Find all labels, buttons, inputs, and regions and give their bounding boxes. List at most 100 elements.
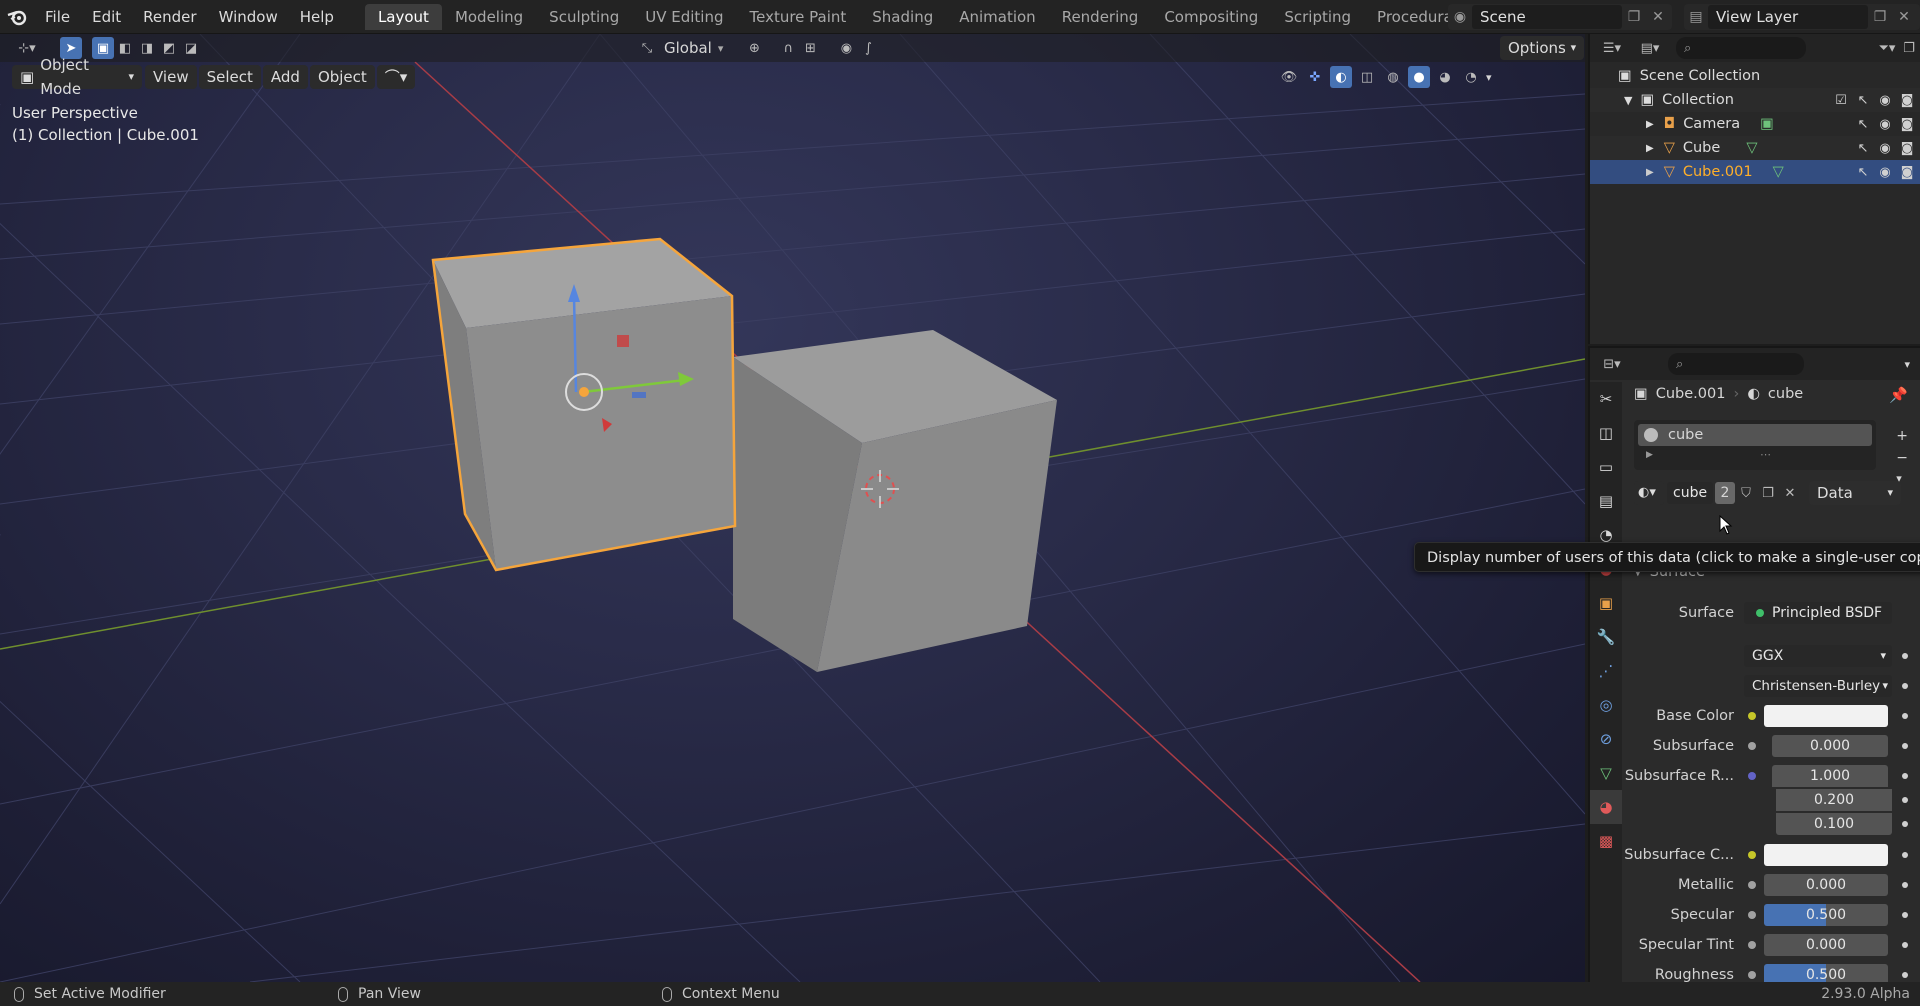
properties-search-input[interactable]: ⌕ — [1668, 353, 1804, 375]
render-camera-icon[interactable]: ◙ — [1898, 93, 1916, 108]
base-color-swatch[interactable] — [1764, 705, 1888, 727]
tab-scripting[interactable]: Scripting — [1271, 4, 1364, 30]
menu-view[interactable]: View — [145, 65, 197, 89]
camera-data-icon[interactable]: ▣ — [1760, 116, 1774, 132]
gizmo-icon[interactable]: ✜ — [1304, 66, 1326, 88]
subsurface-method-dropdown[interactable]: Christensen-Burley ▾ — [1744, 675, 1892, 697]
object-mode-dropdown[interactable]: ▣ Object Mode ▾ — [12, 56, 142, 98]
material-name-field[interactable]: cube — [1667, 482, 1713, 504]
scene-icon[interactable]: ◉ — [1448, 5, 1472, 29]
fake-user-shield-icon[interactable]: ⛉ — [1735, 482, 1757, 504]
proportional-edit-icon[interactable]: ◉ — [835, 37, 857, 59]
keyframe-dot-icon[interactable] — [1902, 773, 1908, 779]
visibility-icon[interactable]: 👁 — [1278, 66, 1300, 88]
outliner-search-input[interactable]: ⌕ — [1676, 37, 1806, 59]
selectable-icon[interactable]: ↖ — [1854, 165, 1872, 180]
menu-file[interactable]: File — [34, 3, 81, 31]
add-slot-button[interactable]: + — [1896, 428, 1908, 444]
subsurface-field[interactable]: 0.000 — [1772, 735, 1888, 757]
menu-select[interactable]: Select — [198, 65, 261, 89]
resize-handle-icon[interactable]: ⋯ — [1760, 448, 1771, 461]
selectable-icon[interactable]: ↖ — [1854, 117, 1872, 132]
select-subtract-icon[interactable]: ◨ — [136, 37, 158, 59]
render-camera-icon[interactable]: ◙ — [1898, 117, 1916, 132]
rendered-shading-icon[interactable]: ◔ — [1460, 66, 1482, 88]
keyframe-dot-icon[interactable] — [1902, 797, 1908, 803]
keyframe-dot-icon[interactable] — [1902, 653, 1908, 659]
distribution-dropdown[interactable]: GGX ▾ — [1744, 645, 1892, 667]
blender-logo-icon[interactable] — [0, 0, 34, 34]
outliner-row-scene-collection[interactable]: ▣ Scene Collection — [1590, 64, 1920, 88]
new-collection-icon[interactable]: ❐ — [1898, 37, 1920, 59]
subsurface-color-swatch[interactable] — [1764, 844, 1888, 866]
pivot-point-icon[interactable]: ⊕ — [743, 37, 765, 59]
keyframe-dot-icon[interactable] — [1902, 942, 1908, 948]
physics-tab-icon[interactable]: ◎ — [1590, 688, 1622, 722]
display-mode-icon[interactable]: ▤▾ — [1634, 37, 1666, 59]
duplicate-material-icon[interactable]: ❐ — [1757, 482, 1779, 504]
snap-magnet-icon[interactable]: ∩ — [777, 37, 799, 59]
specular-tint-field[interactable]: 0.000 — [1764, 934, 1888, 956]
outliner-row-collection[interactable]: ▼ ▣ Collection ☑ ↖ ◉ ◙ — [1590, 88, 1920, 112]
tab-sculpting[interactable]: Sculpting — [536, 4, 632, 30]
material-browse-icon[interactable]: ◐▾ — [1634, 481, 1664, 505]
pin-icon[interactable]: 📌 — [1889, 386, 1908, 404]
value-socket-icon[interactable] — [1748, 941, 1756, 949]
tab-modeling[interactable]: Modeling — [442, 4, 536, 30]
vector-socket-icon[interactable] — [1748, 772, 1756, 780]
value-socket-icon[interactable] — [1748, 971, 1756, 979]
tab-rendering[interactable]: Rendering — [1049, 4, 1152, 30]
xray-icon[interactable]: ◫ — [1356, 66, 1378, 88]
keyframe-dot-icon[interactable] — [1902, 821, 1908, 827]
expand-arrow-icon[interactable]: ▼ — [1624, 94, 1632, 107]
menu-object[interactable]: Object — [309, 65, 375, 89]
eye-icon[interactable]: ◉ — [1876, 141, 1894, 156]
chevron-down-icon[interactable]: ▾ — [1486, 71, 1492, 84]
filter-icon[interactable]: ⏷▾ — [1876, 37, 1898, 59]
chevron-down-icon[interactable]: ▾ — [1904, 358, 1910, 371]
value-socket-icon[interactable] — [1748, 881, 1756, 889]
delete-scene-icon[interactable]: ✕ — [1646, 5, 1670, 29]
new-scene-icon[interactable]: ❐ — [1622, 5, 1646, 29]
tab-texture-paint[interactable]: Texture Paint — [736, 4, 859, 30]
solid-shading-icon[interactable]: ● — [1408, 66, 1430, 88]
user-count-button[interactable]: 2 — [1715, 482, 1735, 504]
view-layer-tab-icon[interactable]: ▤ — [1590, 484, 1622, 518]
outliner-row-cube-001[interactable]: ▶ ▽ Cube.001 ▽ ↖ ◉ ◙ — [1590, 160, 1920, 184]
keyframe-dot-icon[interactable] — [1902, 713, 1908, 719]
output-tab-icon[interactable]: ▭ — [1590, 450, 1622, 484]
outliner-row-cube[interactable]: ▶ ▽ Cube ▽ ↖ ◉ ◙ — [1590, 136, 1920, 160]
remove-slot-button[interactable]: − — [1896, 450, 1908, 466]
subsurface-radius-x-field[interactable]: 1.000 — [1772, 765, 1888, 787]
keyframe-dot-icon[interactable] — [1902, 852, 1908, 858]
particles-tab-icon[interactable]: ⋰ — [1590, 654, 1622, 688]
keyframe-dot-icon[interactable] — [1902, 912, 1908, 918]
render-camera-icon[interactable]: ◙ — [1898, 165, 1916, 180]
color-socket-icon[interactable] — [1748, 851, 1756, 859]
options-dropdown[interactable]: Options ▾ — [1500, 36, 1585, 60]
wireframe-shading-icon[interactable]: ◍ — [1382, 66, 1404, 88]
subsurface-radius-z-field[interactable]: 0.100 — [1776, 813, 1892, 835]
view-layer-icon[interactable]: ▤ — [1684, 5, 1708, 29]
roughness-slider[interactable]: 0.500 — [1764, 964, 1888, 982]
select-invert-icon[interactable]: ◩ — [158, 37, 180, 59]
scene-name-field[interactable]: Scene — [1472, 5, 1622, 29]
properties-editor-icon[interactable]: ⊟▾ — [1596, 353, 1628, 375]
surface-shader-field[interactable]: Principled BSDF — [1744, 602, 1892, 624]
value-socket-icon[interactable] — [1748, 742, 1756, 750]
expand-arrow-icon[interactable]: ▶ — [1646, 450, 1653, 460]
3d-viewport[interactable]: ⊹▾ ➤ ▣ ◧ ◨ ◩ ◪ ⤡ Global ▾ ⊕ ∩ ⊞ ◉ ∫ Opti… — [0, 34, 1585, 982]
subsurface-radius-y-field[interactable]: 0.200 — [1776, 789, 1892, 811]
keyframe-dot-icon[interactable] — [1902, 743, 1908, 749]
eye-icon[interactable]: ◉ — [1876, 93, 1894, 108]
expand-arrow-icon[interactable]: ▶ — [1646, 143, 1654, 154]
keyframe-dot-icon[interactable] — [1902, 882, 1908, 888]
specular-slider[interactable]: 0.500 — [1764, 904, 1888, 926]
tab-animation[interactable]: Animation — [946, 4, 1048, 30]
menu-help[interactable]: Help — [289, 3, 345, 31]
data-tab-icon[interactable]: ▽ — [1590, 756, 1622, 790]
proportional-falloff-icon[interactable]: ∫ — [857, 37, 879, 59]
view-layer-name-field[interactable]: View Layer — [1708, 5, 1868, 29]
material-tab-icon[interactable]: ◕ — [1590, 790, 1622, 824]
menu-render[interactable]: Render — [132, 3, 207, 31]
